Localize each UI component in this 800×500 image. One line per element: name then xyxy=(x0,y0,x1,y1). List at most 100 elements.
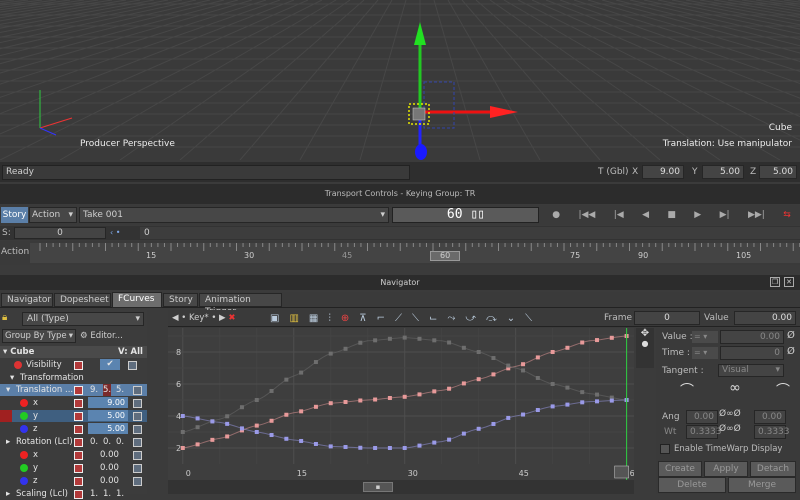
z-coord-field[interactable]: 5.00 xyxy=(759,165,797,179)
key-toggle-icon[interactable] xyxy=(74,490,83,499)
curve-point-z[interactable] xyxy=(432,440,437,445)
tree-item-translation[interactable]: ▾ Translation ... 9. 5. 5. xyxy=(0,384,147,396)
timeline-ruler[interactable]: 75 90 105 45 60 15 30 xyxy=(30,243,800,263)
flat-icon[interactable]: ⌄ xyxy=(507,313,515,324)
scroll-thumb[interactable]: ▪ xyxy=(363,482,393,492)
curve-point-y[interactable] xyxy=(180,430,185,434)
curve-point-x[interactable] xyxy=(373,397,378,402)
curve-point-x[interactable] xyxy=(225,434,230,439)
zoom-slider-icon[interactable]: ‹ • xyxy=(110,227,140,239)
prev-key-icon[interactable]: |◀ xyxy=(614,207,624,223)
y-coord-field[interactable]: 5.00 xyxy=(702,165,744,179)
constant-icon[interactable]: ⌙ xyxy=(429,313,437,324)
key-toggle-icon[interactable] xyxy=(74,399,83,408)
rx-value[interactable]: 0.00 xyxy=(100,449,119,461)
reset-icon[interactable]: Ø xyxy=(787,346,795,357)
curve-point-x[interactable] xyxy=(299,409,304,414)
x-move-arrow[interactable] xyxy=(490,106,518,118)
anim-toggle-icon[interactable] xyxy=(133,438,142,447)
curve-point-x[interactable] xyxy=(284,412,289,417)
anim-toggle-icon[interactable] xyxy=(133,451,142,460)
right-angle-field[interactable]: 0.00 xyxy=(754,410,786,424)
rz-value[interactable]: 0.00 xyxy=(100,475,119,487)
value-field[interactable]: 0.00 xyxy=(734,311,796,325)
slope-icon[interactable]: ⟍ xyxy=(525,313,532,324)
ramp-icon[interactable]: ⊼ xyxy=(359,313,366,324)
tangent-break-icon[interactable]: ∞ xyxy=(729,380,741,406)
tab-animation-trigger[interactable]: Animation Trigger xyxy=(199,293,282,317)
curve-point-y[interactable] xyxy=(269,388,274,393)
curve-point-z[interactable] xyxy=(461,431,466,436)
curve-point-x[interactable] xyxy=(461,381,466,386)
curve-point-x[interactable] xyxy=(491,372,496,377)
curve-point-z[interactable] xyxy=(210,419,215,424)
curve-point-z[interactable] xyxy=(535,408,540,413)
record-icon[interactable]: ● xyxy=(552,207,560,223)
curve-point-x[interactable] xyxy=(387,396,392,401)
tree-item-tz[interactable]: z 5.00 xyxy=(0,423,147,435)
curve-point-z[interactable] xyxy=(402,446,407,450)
left-angle-field[interactable]: 0.00 xyxy=(686,410,718,424)
curve-point-z[interactable] xyxy=(239,426,244,431)
curve-point-x[interactable] xyxy=(550,350,555,354)
curve-point-y[interactable] xyxy=(417,336,422,341)
tree-item-transformation[interactable]: ▾ Transformation xyxy=(0,372,147,384)
curve-point-y[interactable] xyxy=(535,375,540,380)
curve-point-z[interactable] xyxy=(521,412,526,417)
curve-point-z[interactable] xyxy=(506,415,511,420)
curve-point-x[interactable] xyxy=(180,446,185,450)
x-coord-field[interactable]: 9.00 xyxy=(642,165,684,179)
camera-icon[interactable]: ▦ xyxy=(309,313,318,324)
frame-counter[interactable]: 60 ▯▯ xyxy=(392,207,539,223)
curve-point-x[interactable] xyxy=(565,345,570,350)
stop-icon[interactable]: ■ xyxy=(667,207,676,223)
end-frame-field[interactable]: 0 xyxy=(140,227,800,239)
curve-point-y[interactable] xyxy=(491,356,496,361)
play-reverse-icon[interactable]: ◀ xyxy=(642,207,649,223)
fcurves-chart[interactable]: 8 6 4 2 0 15 30 45 60 xyxy=(168,328,640,480)
tx-value[interactable]: 9.00 xyxy=(88,397,128,408)
tree-item-visibility[interactable]: Visibility ✔ xyxy=(0,359,147,371)
prev-key-icon[interactable]: ◀ • xyxy=(172,313,186,323)
curve-point-y[interactable] xyxy=(239,405,244,410)
pan-icon[interactable]: ✥ xyxy=(636,328,654,339)
ry-value[interactable]: 0.00 xyxy=(100,462,119,474)
merge-button[interactable]: Merge xyxy=(728,477,796,493)
action-dropdown[interactable]: Action ▾ xyxy=(29,207,77,223)
tree-item-cube[interactable]: ▾ Cube V: All xyxy=(0,346,147,358)
curve-point-x[interactable] xyxy=(402,394,407,399)
curve-point-y[interactable] xyxy=(373,338,378,343)
value-mode-dropdown[interactable]: = ▾ xyxy=(692,331,718,343)
zoom-icon[interactable]: ● xyxy=(636,339,654,348)
lock-icon[interactable]: 🔒︎ xyxy=(2,312,14,325)
key-toggle-icon[interactable] xyxy=(74,464,83,473)
tangent-dropdown[interactable]: Visual ▾ xyxy=(718,364,784,377)
curve-point-y[interactable] xyxy=(550,382,555,386)
curve-point-z[interactable] xyxy=(195,416,200,421)
curve-point-x[interactable] xyxy=(210,437,215,442)
curve-point-z[interactable] xyxy=(491,421,496,426)
curve-point-z[interactable] xyxy=(550,404,555,409)
curve-point-x[interactable] xyxy=(358,398,363,403)
graph-scrollbar[interactable]: ▪ xyxy=(168,480,634,494)
curve-point-x[interactable] xyxy=(269,418,274,423)
curve-point-y[interactable] xyxy=(358,340,363,345)
tree-item-scaling[interactable]: ▸ Scaling (Lcl) 1. 1. 1. xyxy=(0,488,147,500)
curve-point-y[interactable] xyxy=(225,414,230,419)
z-move-handle[interactable] xyxy=(415,144,427,160)
curve-point-y[interactable] xyxy=(447,340,452,345)
delete-key-icon[interactable]: ✖ xyxy=(228,313,235,323)
timewarp-checkbox[interactable] xyxy=(660,444,670,454)
curve-point-z[interactable] xyxy=(565,402,570,407)
group-by-dropdown[interactable]: Group By Type ▾ xyxy=(2,329,76,343)
curve-point-x[interactable] xyxy=(535,355,540,360)
curve-point-x[interactable] xyxy=(432,389,437,394)
curve-point-x[interactable] xyxy=(476,377,481,382)
curve-point-z[interactable] xyxy=(180,414,185,418)
goto-start-icon[interactable]: |◀◀ xyxy=(578,207,595,223)
smooth-icon[interactable]: ⤳ xyxy=(447,313,455,324)
tz-value[interactable]: 5.00 xyxy=(88,423,128,434)
key-time-field[interactable]: 0 xyxy=(720,346,784,360)
tree-item-ty[interactable]: y 5.00 xyxy=(0,410,147,422)
reset-icon[interactable]: Ø xyxy=(787,330,795,341)
